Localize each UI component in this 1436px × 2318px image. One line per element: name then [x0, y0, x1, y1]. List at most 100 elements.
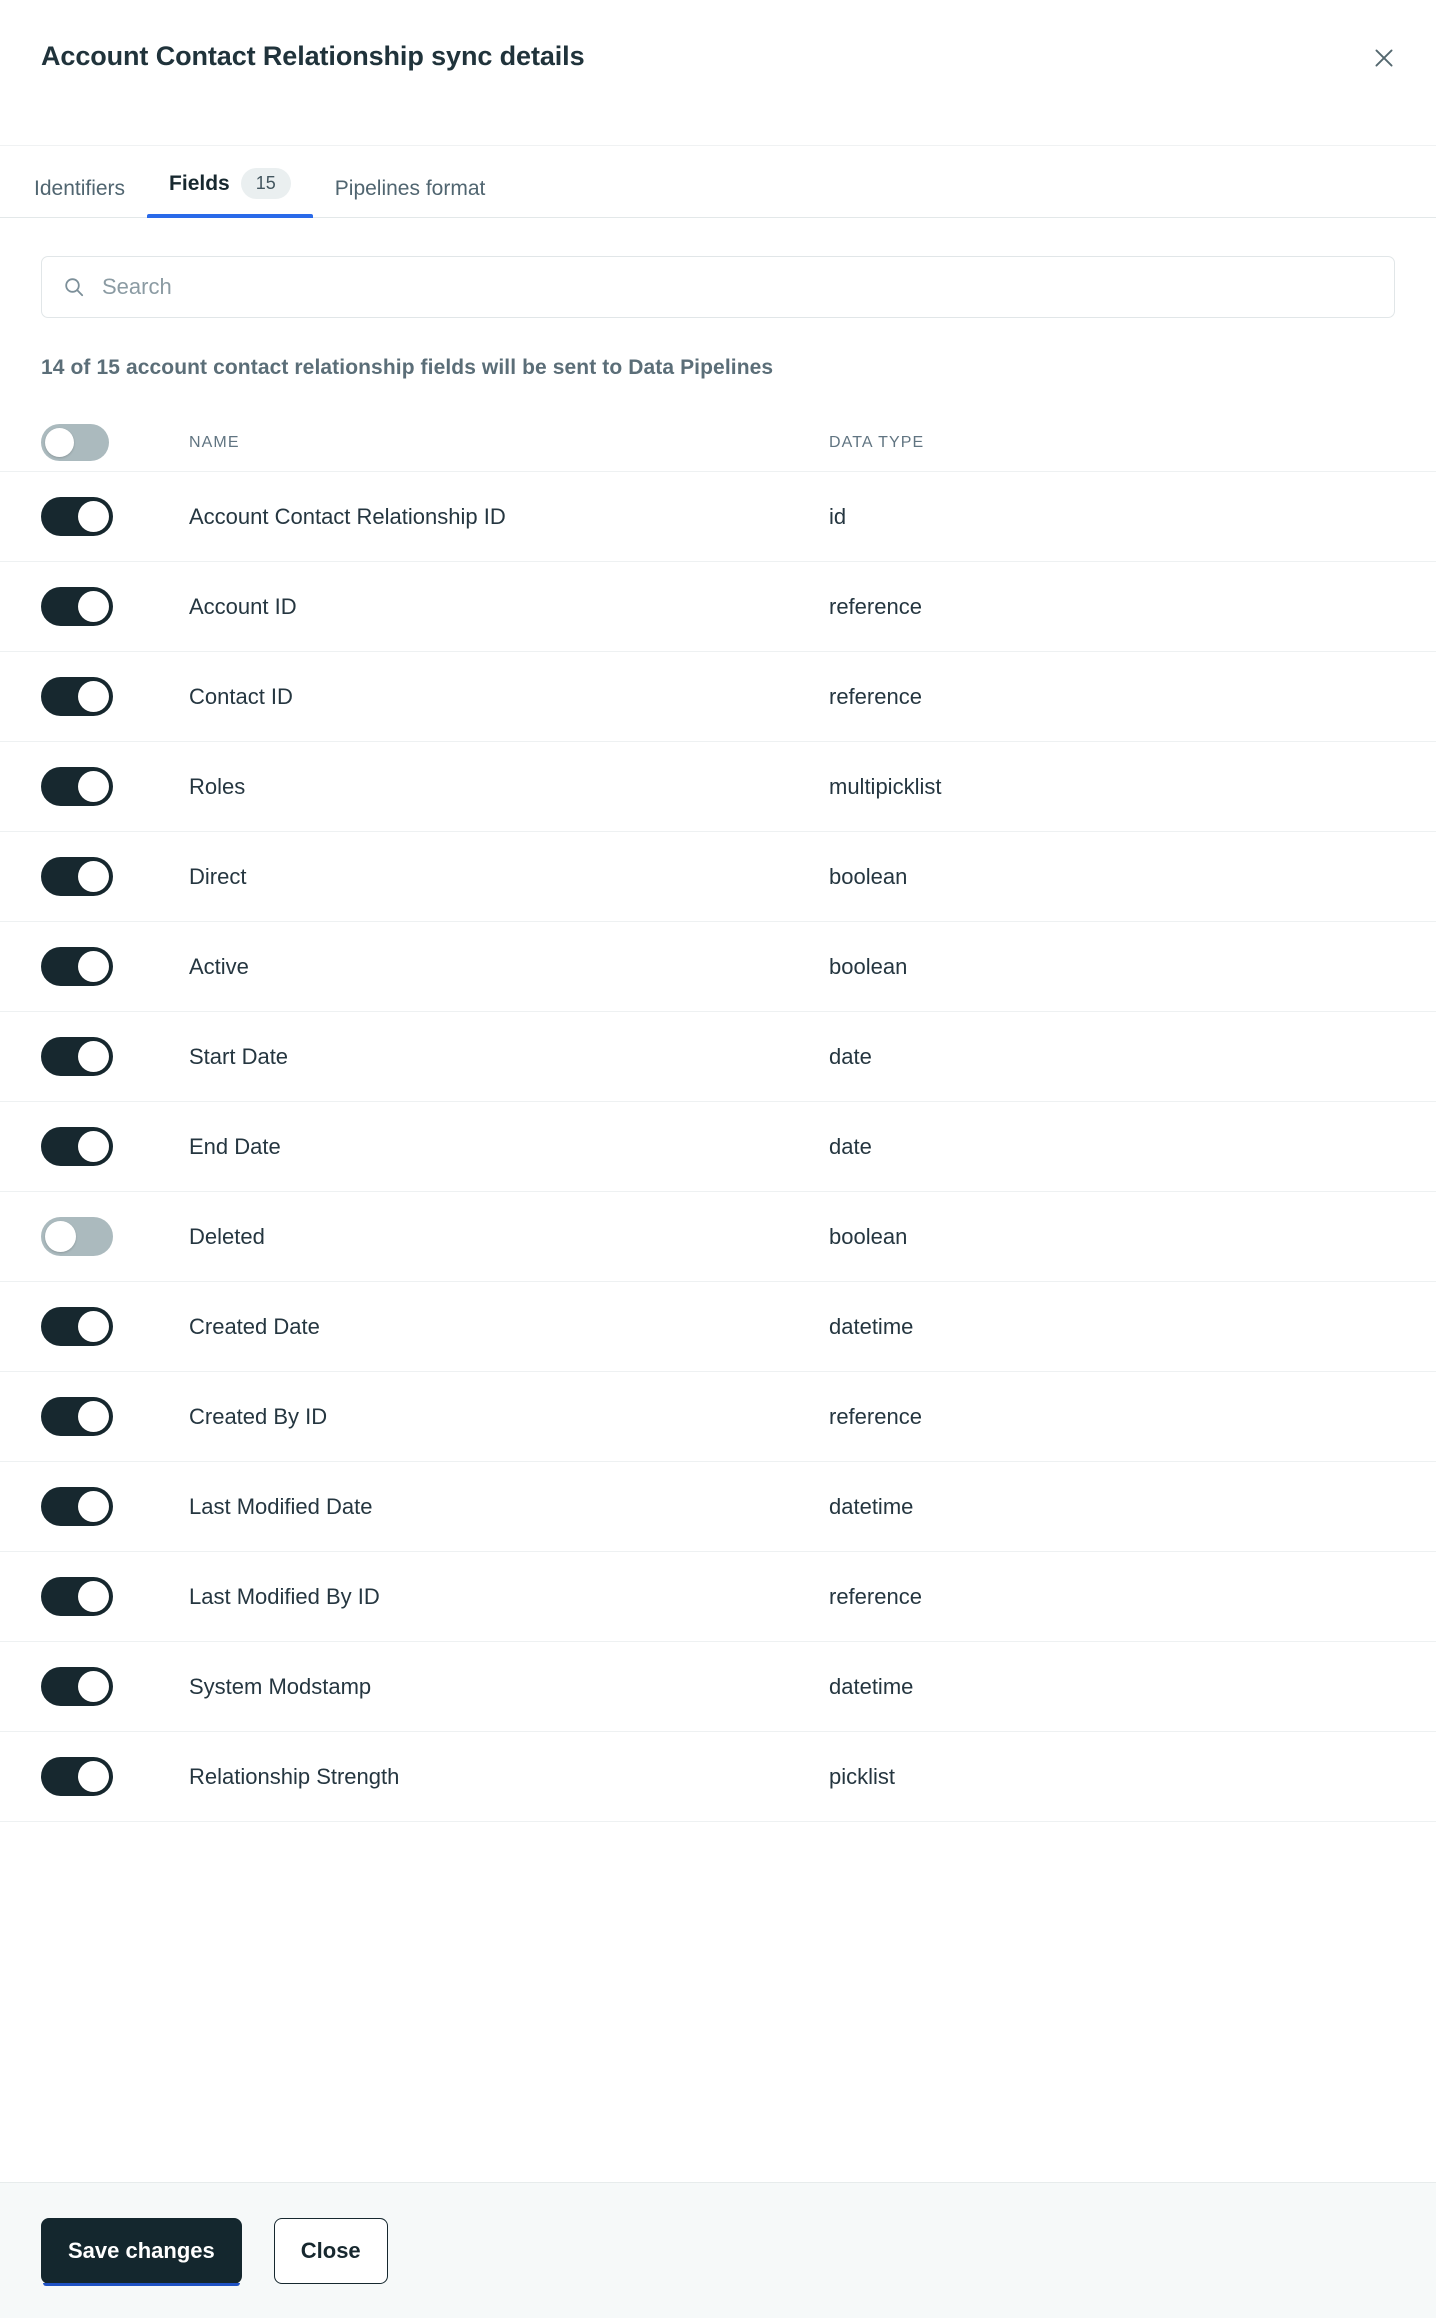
tab-fields[interactable]: Fields 15: [147, 168, 313, 218]
field-toggle[interactable]: [41, 587, 113, 626]
toggle-knob: [78, 951, 109, 982]
field-toggle[interactable]: [41, 1667, 113, 1706]
search-section: [0, 218, 1436, 318]
field-toggle-cell: [41, 587, 189, 626]
field-name: Contact ID: [189, 683, 293, 709]
field-toggle[interactable]: [41, 1307, 113, 1346]
field-toggle-cell: [41, 1487, 189, 1526]
field-name: Deleted: [189, 1223, 265, 1249]
field-data-type: boolean: [829, 1223, 908, 1249]
fields-table: NAME DATA TYPE Account Contact Relations…: [0, 414, 1436, 1822]
field-toggle[interactable]: [41, 857, 113, 896]
tab-bar: Identifiers Fields 15 Pipelines format: [0, 146, 1436, 218]
dialog-header: Account Contact Relationship sync detail…: [0, 0, 1436, 146]
field-toggle[interactable]: [41, 1487, 113, 1526]
field-toggle-cell: [41, 1307, 189, 1346]
table-row: Roles multipicklist: [0, 742, 1436, 832]
toggle-knob: [78, 1581, 109, 1612]
search-icon: [62, 275, 86, 299]
field-toggle[interactable]: [41, 1037, 113, 1076]
tab-identifiers[interactable]: Identifiers: [12, 178, 147, 217]
close-icon-button[interactable]: [1362, 36, 1406, 80]
search-box[interactable]: [41, 256, 1395, 318]
column-header-data-type: DATA TYPE: [829, 433, 925, 451]
table-row: Active boolean: [0, 922, 1436, 1012]
close-button[interactable]: Close: [273, 2217, 388, 2284]
table-row: Account ID reference: [0, 562, 1436, 652]
table-row: Created By ID reference: [0, 1372, 1436, 1462]
field-toggle[interactable]: [41, 767, 113, 806]
toggle-knob: [78, 771, 109, 802]
field-toggle[interactable]: [41, 1577, 113, 1616]
field-data-type: reference: [829, 1583, 922, 1609]
field-name: Relationship Strength: [189, 1763, 400, 1789]
field-name: Created By ID: [189, 1403, 328, 1429]
tab-pipelines-format[interactable]: Pipelines format: [313, 178, 508, 217]
field-data-type: reference: [829, 683, 922, 709]
sync-details-dialog: Account Contact Relationship sync detail…: [0, 0, 1436, 2318]
tab-identifiers-label: Identifiers: [34, 177, 126, 200]
field-toggle-cell: [41, 677, 189, 716]
field-toggle-cell: [41, 1757, 189, 1796]
field-toggle[interactable]: [41, 947, 113, 986]
fields-summary-text: 14 of 15 account contact relationship fi…: [41, 356, 774, 379]
page-title: Account Contact Relationship sync detail…: [41, 41, 585, 71]
toggle-knob: [78, 1131, 109, 1162]
table-row: Last Modified By ID reference: [0, 1552, 1436, 1642]
field-data-type: datetime: [829, 1313, 914, 1339]
table-row: End Date date: [0, 1102, 1436, 1192]
field-toggle[interactable]: [41, 1217, 113, 1256]
table-row: Contact ID reference: [0, 652, 1436, 742]
column-header-name: NAME: [189, 433, 240, 451]
field-toggle[interactable]: [41, 1127, 113, 1166]
table-row: Created Date datetime: [0, 1282, 1436, 1372]
tab-pipelines-format-label: Pipelines format: [334, 177, 486, 200]
field-toggle-cell: [41, 1397, 189, 1436]
field-data-type: datetime: [829, 1493, 914, 1519]
close-icon: [1371, 45, 1397, 71]
field-data-type: date: [829, 1133, 872, 1159]
field-toggle[interactable]: [41, 1757, 113, 1796]
field-toggle-cell: [41, 1667, 189, 1706]
field-name: Direct: [189, 863, 247, 889]
field-data-type: multipicklist: [829, 773, 942, 799]
toggle-knob: [45, 428, 74, 457]
table-row: Relationship Strength picklist: [0, 1732, 1436, 1822]
dialog-footer: Save changes Close: [0, 2182, 1436, 2318]
toggle-knob: [78, 861, 109, 892]
select-all-toggle[interactable]: [41, 424, 109, 461]
tab-fields-badge: 15: [240, 168, 291, 199]
field-data-type: reference: [829, 1403, 922, 1429]
toggle-knob: [78, 501, 109, 532]
field-name: Created Date: [189, 1313, 320, 1339]
field-toggle[interactable]: [41, 677, 113, 716]
table-rows: Account Contact Relationship ID id Account…: [0, 472, 1436, 1822]
table-row: Account Contact Relationship ID id: [0, 472, 1436, 562]
toggle-knob: [78, 1761, 109, 1792]
table-row: Last Modified Date datetime: [0, 1462, 1436, 1552]
search-input[interactable]: [102, 274, 1374, 300]
toggle-knob: [78, 1491, 109, 1522]
field-name: Last Modified By ID: [189, 1583, 380, 1609]
field-toggle-cell: [41, 1037, 189, 1076]
field-data-type: date: [829, 1043, 872, 1069]
table-header-row: NAME DATA TYPE: [0, 414, 1436, 472]
field-toggle-cell: [41, 767, 189, 806]
toggle-knob: [78, 591, 109, 622]
select-all-cell: [41, 424, 189, 461]
field-name: Roles: [189, 773, 246, 799]
toggle-knob: [78, 1671, 109, 1702]
field-toggle-cell: [41, 1127, 189, 1166]
field-name: Active: [189, 953, 249, 979]
field-name: Last Modified Date: [189, 1493, 373, 1519]
field-toggle-cell: [41, 1577, 189, 1616]
field-toggle-cell: [41, 1217, 189, 1256]
field-data-type: id: [829, 503, 847, 529]
toggle-knob: [78, 1041, 109, 1072]
table-row: Start Date date: [0, 1012, 1436, 1102]
save-changes-button[interactable]: Save changes: [41, 2217, 242, 2286]
field-toggle-cell: [41, 857, 189, 896]
field-toggle[interactable]: [41, 1397, 113, 1436]
field-toggle[interactable]: [41, 497, 113, 536]
field-toggle-cell: [41, 947, 189, 986]
